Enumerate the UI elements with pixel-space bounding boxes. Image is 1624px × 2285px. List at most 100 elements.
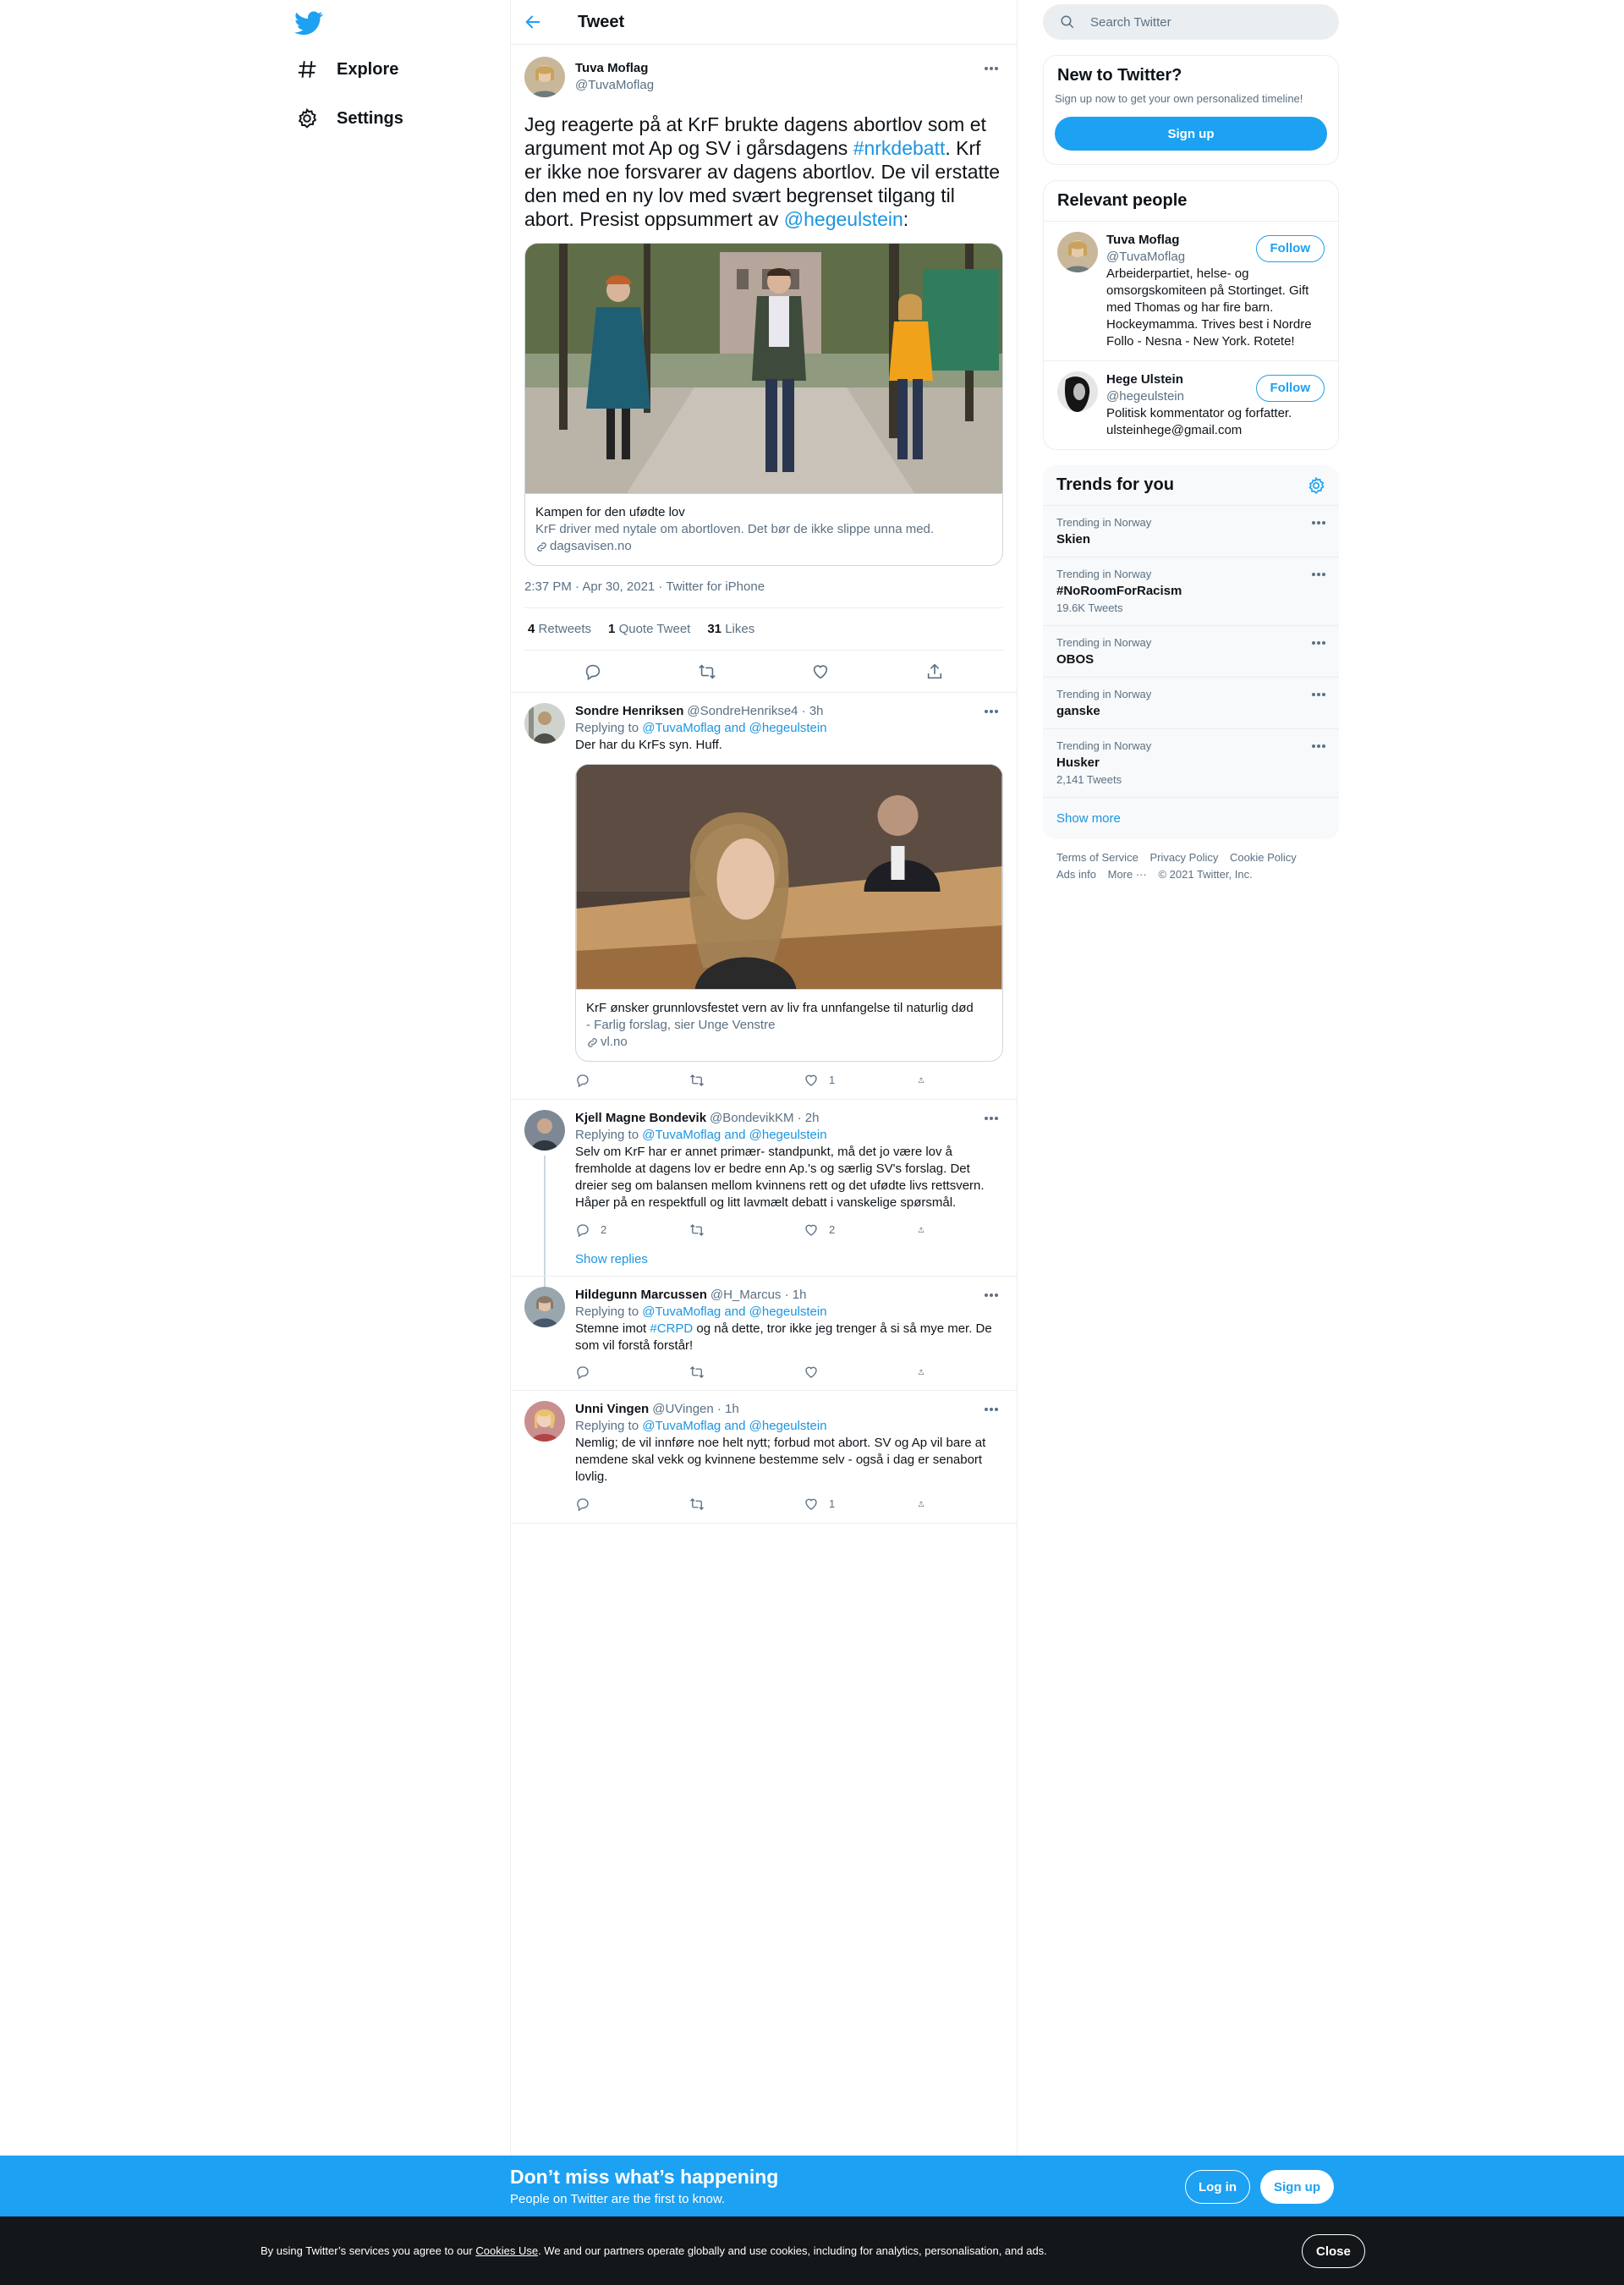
- relevant-people-panel: Relevant people Tuva Moflag @TuvaMoflag …: [1043, 180, 1339, 450]
- tweet-author: Tuva Moflag @TuvaMoflag: [524, 55, 1003, 99]
- like-button[interactable]: 1: [804, 1496, 871, 1513]
- search-box[interactable]: [1043, 4, 1339, 40]
- reply-tweet[interactable]: Hildegunn Marcussen @H_Marcus · 1h Reply…: [511, 1277, 1017, 1391]
- close-button[interactable]: Close: [1302, 2234, 1365, 2268]
- gear-icon[interactable]: [1307, 476, 1325, 495]
- ads-info-link[interactable]: Ads info: [1056, 868, 1096, 881]
- show-more-link[interactable]: Show more: [1043, 797, 1339, 839]
- mention-link[interactable]: @hegeulstein: [784, 208, 903, 230]
- retweet-icon[interactable]: [698, 662, 716, 681]
- nav-item-settings[interactable]: Settings: [296, 102, 403, 135]
- sign-up-button[interactable]: Sign up: [1055, 117, 1327, 151]
- avatar[interactable]: [1057, 371, 1098, 412]
- share-icon[interactable]: [925, 662, 944, 681]
- more-options-icon[interactable]: [1307, 514, 1330, 531]
- twitter-bird-icon[interactable]: [294, 8, 323, 37]
- reply-tweet[interactable]: Sondre Henriksen @SondreHenrikse4 · 3h R…: [511, 693, 1017, 1100]
- reply-button[interactable]: 2: [575, 1222, 643, 1239]
- avatar[interactable]: [524, 1110, 565, 1151]
- reply-button[interactable]: [575, 1365, 643, 1380]
- more-options-icon[interactable]: [1307, 634, 1330, 651]
- person-item[interactable]: Tuva Moflag @TuvaMoflag Arbeiderpartiet,…: [1044, 221, 1338, 360]
- more-options-icon[interactable]: [1307, 566, 1330, 583]
- retweets-stat[interactable]: 4 Retweets: [528, 622, 591, 636]
- follow-button[interactable]: Follow: [1255, 375, 1325, 402]
- reply-button[interactable]: [575, 1072, 643, 1089]
- link-card[interactable]: KrF ønsker grunnlovsfestet vern av liv f…: [575, 764, 1003, 1062]
- avatar[interactable]: [524, 703, 565, 744]
- reply-button[interactable]: [575, 1496, 643, 1513]
- trend-name: OBOS: [1056, 652, 1095, 667]
- reply-author-handle[interactable]: @H_Marcus · 1h: [710, 1287, 807, 1304]
- reply-tweet[interactable]: Unni Vingen @UVingen · 1h Replying to @T…: [511, 1391, 1017, 1524]
- more-options-icon[interactable]: [979, 1287, 1003, 1304]
- hashtag-link[interactable]: #CRPD: [650, 1321, 693, 1336]
- back-arrow-icon[interactable]: [524, 13, 542, 31]
- trend-item[interactable]: Trending in Norway OBOS: [1043, 625, 1339, 677]
- replying-to-link[interactable]: @TuvaMoflag and @hegeulstein: [642, 1128, 826, 1142]
- more-options-icon[interactable]: [979, 1110, 1003, 1127]
- author-handle[interactable]: @TuvaMoflag: [575, 77, 654, 94]
- reply-author-handle[interactable]: @BondevikKM · 2h: [710, 1110, 819, 1127]
- avatar[interactable]: [524, 1287, 565, 1327]
- replying-to-link[interactable]: @TuvaMoflag and @hegeulstein: [642, 1305, 826, 1319]
- retweet-button[interactable]: [689, 1365, 757, 1380]
- avatar[interactable]: [524, 57, 565, 97]
- privacy-link[interactable]: Privacy Policy: [1149, 851, 1218, 864]
- reply-author-name[interactable]: Kjell Magne Bondevik: [575, 1110, 706, 1127]
- retweet-button[interactable]: [689, 1222, 757, 1239]
- sign-up-button[interactable]: Sign up: [1260, 2170, 1334, 2204]
- more-options-icon[interactable]: [979, 60, 1003, 77]
- show-replies-link[interactable]: · · · Show replies: [511, 1249, 1017, 1277]
- nav-item-explore[interactable]: Explore: [296, 52, 398, 86]
- page-title: Tweet: [578, 12, 625, 31]
- reply-icon[interactable]: [584, 662, 602, 681]
- avatar[interactable]: [1057, 232, 1098, 272]
- quotes-stat[interactable]: 1 Quote Tweet: [608, 622, 690, 636]
- like-icon[interactable]: [811, 662, 830, 681]
- cookie-policy-link[interactable]: Cookie Policy: [1230, 851, 1297, 864]
- more-options-icon[interactable]: [1307, 738, 1330, 755]
- terms-link[interactable]: Terms of Service: [1056, 851, 1138, 864]
- more-link[interactable]: More ···: [1108, 868, 1147, 881]
- author-name[interactable]: Tuva Moflag: [575, 60, 654, 77]
- reply-author-handle[interactable]: @SondreHenrikse4 · 3h: [687, 703, 823, 720]
- share-button[interactable]: [918, 1365, 935, 1380]
- cookies-use-link[interactable]: Cookies Use: [475, 2244, 538, 2257]
- retweet-button[interactable]: [689, 1072, 757, 1089]
- reply-author-name[interactable]: Hildegunn Marcussen: [575, 1287, 707, 1304]
- replying-to-link[interactable]: @TuvaMoflag and @hegeulstein: [642, 721, 826, 735]
- like-button[interactable]: [804, 1365, 871, 1380]
- log-in-button[interactable]: Log in: [1185, 2170, 1250, 2204]
- search-icon: [1061, 15, 1074, 29]
- share-button[interactable]: [918, 1222, 935, 1239]
- follow-button[interactable]: Follow: [1255, 235, 1325, 262]
- reply-author-name[interactable]: Unni Vingen: [575, 1401, 649, 1418]
- retweet-button[interactable]: [689, 1496, 757, 1513]
- trend-item[interactable]: Trending in Norway Skien: [1043, 505, 1339, 557]
- replying-to-link[interactable]: @TuvaMoflag and @hegeulstein: [642, 1419, 826, 1433]
- trend-item[interactable]: Trending in Norway #NoRoomForRacism 19.6…: [1043, 557, 1339, 625]
- trend-name: Husker: [1056, 755, 1100, 770]
- share-button[interactable]: [918, 1072, 935, 1089]
- person-item[interactable]: Hege Ulstein @hegeulstein Politisk komme…: [1044, 360, 1338, 449]
- like-button[interactable]: 1: [804, 1072, 871, 1089]
- avatar[interactable]: [524, 1401, 565, 1442]
- trend-item[interactable]: Trending in Norway ganske: [1043, 677, 1339, 728]
- retweet-icon: [690, 1224, 704, 1236]
- hashtag-link[interactable]: #nrkdebatt: [853, 137, 946, 159]
- more-options-icon[interactable]: [979, 1401, 1003, 1418]
- replying-to: Replying to @TuvaMoflag and @hegeulstein: [575, 1304, 1003, 1321]
- more-options-icon[interactable]: [1307, 686, 1330, 703]
- reply-tweet[interactable]: Kjell Magne Bondevik @BondevikKM · 2h Re…: [511, 1100, 1017, 1306]
- tweet-timestamp[interactable]: 2:37 PM · Apr 30, 2021 · Twitter for iPh…: [524, 579, 1003, 608]
- like-button[interactable]: 2: [804, 1222, 871, 1239]
- likes-stat[interactable]: 31 Likes: [707, 622, 754, 636]
- share-button[interactable]: [918, 1496, 935, 1513]
- link-card[interactable]: Kampen for den ufødte lov KrF driver med…: [524, 243, 1003, 566]
- reply-author-handle[interactable]: @UVingen · 1h: [652, 1401, 739, 1418]
- more-options-icon[interactable]: [979, 703, 1003, 720]
- reply-author-name[interactable]: Sondre Henriksen: [575, 703, 683, 720]
- search-input[interactable]: [1090, 14, 1310, 30]
- trend-item[interactable]: Trending in Norway Husker 2,141 Tweets: [1043, 728, 1339, 797]
